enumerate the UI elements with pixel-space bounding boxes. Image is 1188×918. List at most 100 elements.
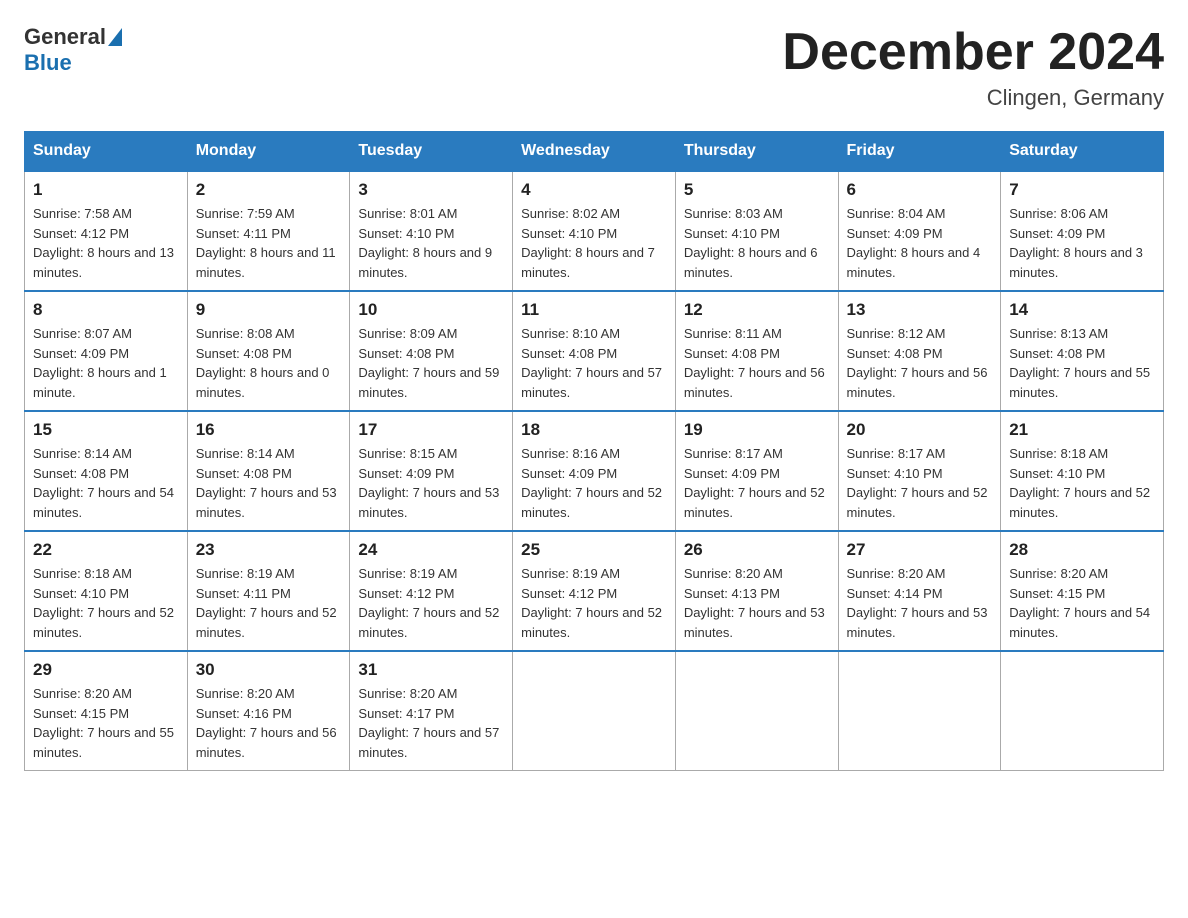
title-block: December 2024 Clingen, Germany — [782, 24, 1164, 111]
col-friday: Friday — [838, 132, 1001, 172]
day-info: Sunrise: 8:19 AMSunset: 4:12 PMDaylight:… — [521, 564, 667, 642]
day-info: Sunrise: 8:17 AMSunset: 4:09 PMDaylight:… — [684, 444, 830, 522]
calendar-cell: 6 Sunrise: 8:04 AMSunset: 4:09 PMDayligh… — [838, 171, 1001, 291]
day-number: 8 — [33, 300, 179, 320]
day-number: 29 — [33, 660, 179, 680]
calendar-cell — [838, 651, 1001, 771]
day-info: Sunrise: 8:15 AMSunset: 4:09 PMDaylight:… — [358, 444, 504, 522]
day-number: 15 — [33, 420, 179, 440]
calendar-cell: 14 Sunrise: 8:13 AMSunset: 4:08 PMDaylig… — [1001, 291, 1164, 411]
calendar-cell: 11 Sunrise: 8:10 AMSunset: 4:08 PMDaylig… — [513, 291, 676, 411]
day-number: 7 — [1009, 180, 1155, 200]
calendar-cell: 24 Sunrise: 8:19 AMSunset: 4:12 PMDaylig… — [350, 531, 513, 651]
day-info: Sunrise: 8:03 AMSunset: 4:10 PMDaylight:… — [684, 204, 830, 282]
calendar-cell: 12 Sunrise: 8:11 AMSunset: 4:08 PMDaylig… — [675, 291, 838, 411]
calendar-cell: 5 Sunrise: 8:03 AMSunset: 4:10 PMDayligh… — [675, 171, 838, 291]
calendar-cell: 20 Sunrise: 8:17 AMSunset: 4:10 PMDaylig… — [838, 411, 1001, 531]
day-info: Sunrise: 8:08 AMSunset: 4:08 PMDaylight:… — [196, 324, 342, 402]
calendar-cell: 19 Sunrise: 8:17 AMSunset: 4:09 PMDaylig… — [675, 411, 838, 531]
location: Clingen, Germany — [782, 85, 1164, 111]
day-info: Sunrise: 8:09 AMSunset: 4:08 PMDaylight:… — [358, 324, 504, 402]
logo-blue-text: Blue — [24, 50, 72, 76]
calendar-week-2: 8 Sunrise: 8:07 AMSunset: 4:09 PMDayligh… — [25, 291, 1164, 411]
calendar-cell: 10 Sunrise: 8:09 AMSunset: 4:08 PMDaylig… — [350, 291, 513, 411]
day-number: 4 — [521, 180, 667, 200]
col-sunday: Sunday — [25, 132, 188, 172]
day-info: Sunrise: 8:20 AMSunset: 4:17 PMDaylight:… — [358, 684, 504, 762]
day-number: 10 — [358, 300, 504, 320]
day-info: Sunrise: 8:20 AMSunset: 4:16 PMDaylight:… — [196, 684, 342, 762]
day-info: Sunrise: 8:20 AMSunset: 4:13 PMDaylight:… — [684, 564, 830, 642]
page-header: General Blue December 2024 Clingen, Germ… — [24, 24, 1164, 111]
day-info: Sunrise: 8:11 AMSunset: 4:08 PMDaylight:… — [684, 324, 830, 402]
day-info: Sunrise: 8:14 AMSunset: 4:08 PMDaylight:… — [33, 444, 179, 522]
logo-general-text: General — [24, 24, 106, 50]
day-info: Sunrise: 8:20 AMSunset: 4:15 PMDaylight:… — [1009, 564, 1155, 642]
day-number: 27 — [847, 540, 993, 560]
day-info: Sunrise: 7:59 AMSunset: 4:11 PMDaylight:… — [196, 204, 342, 282]
day-number: 26 — [684, 540, 830, 560]
day-number: 5 — [684, 180, 830, 200]
day-info: Sunrise: 8:18 AMSunset: 4:10 PMDaylight:… — [1009, 444, 1155, 522]
day-number: 17 — [358, 420, 504, 440]
calendar-cell: 1 Sunrise: 7:58 AMSunset: 4:12 PMDayligh… — [25, 171, 188, 291]
calendar-week-5: 29 Sunrise: 8:20 AMSunset: 4:15 PMDaylig… — [25, 651, 1164, 771]
col-monday: Monday — [187, 132, 350, 172]
calendar-cell: 23 Sunrise: 8:19 AMSunset: 4:11 PMDaylig… — [187, 531, 350, 651]
col-tuesday: Tuesday — [350, 132, 513, 172]
day-info: Sunrise: 8:18 AMSunset: 4:10 PMDaylight:… — [33, 564, 179, 642]
calendar-cell — [1001, 651, 1164, 771]
day-number: 21 — [1009, 420, 1155, 440]
calendar-cell: 27 Sunrise: 8:20 AMSunset: 4:14 PMDaylig… — [838, 531, 1001, 651]
logo: General Blue — [24, 24, 124, 76]
calendar-week-4: 22 Sunrise: 8:18 AMSunset: 4:10 PMDaylig… — [25, 531, 1164, 651]
calendar-cell: 18 Sunrise: 8:16 AMSunset: 4:09 PMDaylig… — [513, 411, 676, 531]
calendar-week-1: 1 Sunrise: 7:58 AMSunset: 4:12 PMDayligh… — [25, 171, 1164, 291]
calendar-week-3: 15 Sunrise: 8:14 AMSunset: 4:08 PMDaylig… — [25, 411, 1164, 531]
day-info: Sunrise: 8:17 AMSunset: 4:10 PMDaylight:… — [847, 444, 993, 522]
calendar-cell: 31 Sunrise: 8:20 AMSunset: 4:17 PMDaylig… — [350, 651, 513, 771]
day-info: Sunrise: 8:19 AMSunset: 4:12 PMDaylight:… — [358, 564, 504, 642]
calendar-cell: 30 Sunrise: 8:20 AMSunset: 4:16 PMDaylig… — [187, 651, 350, 771]
day-number: 12 — [684, 300, 830, 320]
day-info: Sunrise: 8:04 AMSunset: 4:09 PMDaylight:… — [847, 204, 993, 282]
day-number: 25 — [521, 540, 667, 560]
day-info: Sunrise: 8:06 AMSunset: 4:09 PMDaylight:… — [1009, 204, 1155, 282]
day-number: 31 — [358, 660, 504, 680]
calendar-cell: 16 Sunrise: 8:14 AMSunset: 4:08 PMDaylig… — [187, 411, 350, 531]
day-info: Sunrise: 8:20 AMSunset: 4:15 PMDaylight:… — [33, 684, 179, 762]
day-info: Sunrise: 8:07 AMSunset: 4:09 PMDaylight:… — [33, 324, 179, 402]
col-thursday: Thursday — [675, 132, 838, 172]
calendar-cell: 4 Sunrise: 8:02 AMSunset: 4:10 PMDayligh… — [513, 171, 676, 291]
day-info: Sunrise: 8:19 AMSunset: 4:11 PMDaylight:… — [196, 564, 342, 642]
day-number: 22 — [33, 540, 179, 560]
calendar-cell: 13 Sunrise: 8:12 AMSunset: 4:08 PMDaylig… — [838, 291, 1001, 411]
calendar-cell: 21 Sunrise: 8:18 AMSunset: 4:10 PMDaylig… — [1001, 411, 1164, 531]
day-number: 23 — [196, 540, 342, 560]
day-info: Sunrise: 8:01 AMSunset: 4:10 PMDaylight:… — [358, 204, 504, 282]
day-number: 9 — [196, 300, 342, 320]
calendar-cell — [675, 651, 838, 771]
day-number: 6 — [847, 180, 993, 200]
calendar-cell: 29 Sunrise: 8:20 AMSunset: 4:15 PMDaylig… — [25, 651, 188, 771]
day-number: 19 — [684, 420, 830, 440]
month-title: December 2024 — [782, 24, 1164, 81]
day-number: 28 — [1009, 540, 1155, 560]
calendar-cell: 25 Sunrise: 8:19 AMSunset: 4:12 PMDaylig… — [513, 531, 676, 651]
day-number: 3 — [358, 180, 504, 200]
calendar-cell: 8 Sunrise: 8:07 AMSunset: 4:09 PMDayligh… — [25, 291, 188, 411]
day-number: 13 — [847, 300, 993, 320]
calendar-cell: 3 Sunrise: 8:01 AMSunset: 4:10 PMDayligh… — [350, 171, 513, 291]
day-info: Sunrise: 8:13 AMSunset: 4:08 PMDaylight:… — [1009, 324, 1155, 402]
day-number: 20 — [847, 420, 993, 440]
day-number: 16 — [196, 420, 342, 440]
day-number: 18 — [521, 420, 667, 440]
day-number: 14 — [1009, 300, 1155, 320]
calendar-cell: 9 Sunrise: 8:08 AMSunset: 4:08 PMDayligh… — [187, 291, 350, 411]
calendar-header-row: Sunday Monday Tuesday Wednesday Thursday… — [25, 132, 1164, 172]
day-info: Sunrise: 8:10 AMSunset: 4:08 PMDaylight:… — [521, 324, 667, 402]
calendar-cell: 15 Sunrise: 8:14 AMSunset: 4:08 PMDaylig… — [25, 411, 188, 531]
calendar-cell: 28 Sunrise: 8:20 AMSunset: 4:15 PMDaylig… — [1001, 531, 1164, 651]
day-info: Sunrise: 8:02 AMSunset: 4:10 PMDaylight:… — [521, 204, 667, 282]
calendar-cell: 22 Sunrise: 8:18 AMSunset: 4:10 PMDaylig… — [25, 531, 188, 651]
